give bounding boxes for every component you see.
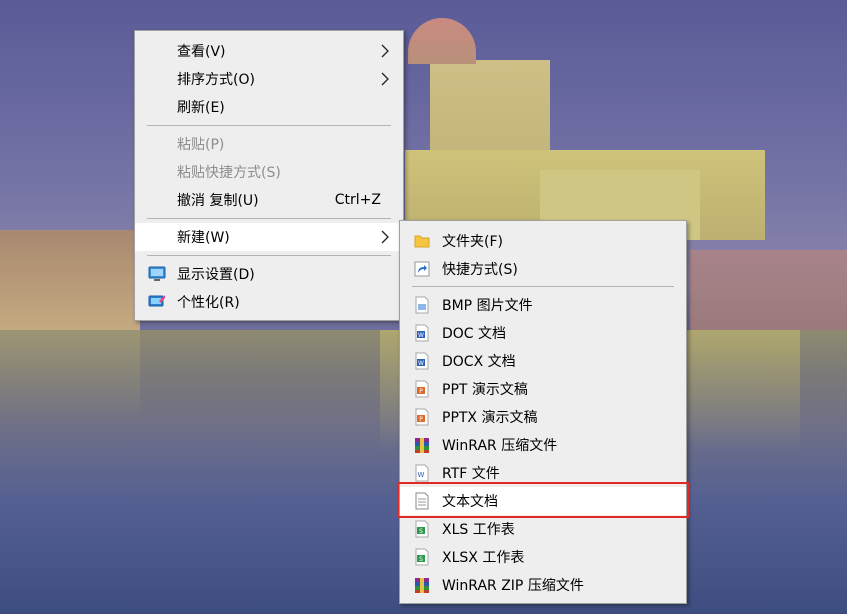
new-winrar-item[interactable]: WinRAR 压缩文件 bbox=[400, 431, 686, 459]
new-shortcut-item[interactable]: 快捷方式(S) bbox=[400, 255, 686, 283]
water-reflection-left bbox=[0, 330, 140, 420]
display-settings-icon bbox=[148, 266, 166, 281]
rtf-file-icon: W bbox=[415, 464, 429, 482]
menu-item-refresh[interactable]: 刷新(E) bbox=[135, 93, 403, 121]
desktop-context-menu: 查看(V) 排序方式(O) 刷新(E) 粘贴(P) 粘贴快捷方式(S) 撤消 复… bbox=[134, 30, 404, 321]
menu-item-paste-shortcut: 粘贴快捷方式(S) bbox=[135, 158, 403, 186]
menu-item-label: 排序方式(O) bbox=[177, 72, 255, 88]
menu-item-label: 撤消 复制(U) bbox=[177, 193, 259, 209]
menu-item-label: 显示设置(D) bbox=[177, 267, 255, 283]
menu-item-label: 查看(V) bbox=[177, 44, 226, 60]
menu-item-label: 文件夹(F) bbox=[442, 234, 503, 250]
new-pptx-item[interactable]: P PPTX 演示文稿 bbox=[400, 403, 686, 431]
menu-separator bbox=[412, 286, 674, 287]
chevron-right-icon bbox=[381, 230, 389, 244]
castle-tower bbox=[430, 60, 550, 160]
new-xls-item[interactable]: S XLS 工作表 bbox=[400, 515, 686, 543]
chevron-right-icon bbox=[381, 44, 389, 58]
menu-item-label: XLS 工作表 bbox=[442, 522, 515, 538]
winrar-archive-icon bbox=[415, 438, 429, 453]
menu-separator bbox=[147, 218, 391, 219]
svg-text:P: P bbox=[419, 416, 423, 423]
menu-item-label: DOC 文档 bbox=[442, 326, 507, 342]
menu-item-label: 粘贴(P) bbox=[177, 137, 225, 153]
menu-item-label: PPT 演示文稿 bbox=[442, 382, 528, 398]
menu-item-label: PPTX 演示文稿 bbox=[442, 410, 538, 426]
castle-wall-left bbox=[0, 230, 140, 330]
new-doc-item[interactable]: W DOC 文档 bbox=[400, 319, 686, 347]
folder-icon bbox=[414, 235, 430, 248]
xlsx-file-icon: S bbox=[415, 548, 429, 566]
menu-item-label: 新建(W) bbox=[177, 230, 230, 246]
menu-item-paste: 粘贴(P) bbox=[135, 130, 403, 158]
chevron-right-icon bbox=[381, 72, 389, 86]
bmp-file-icon bbox=[415, 296, 429, 314]
new-docx-item[interactable]: W DOCX 文档 bbox=[400, 347, 686, 375]
menu-item-personalize[interactable]: 个性化(R) bbox=[135, 288, 403, 316]
svg-text:S: S bbox=[419, 528, 423, 535]
menu-item-new[interactable]: 新建(W) bbox=[135, 223, 403, 251]
pptx-file-icon: P bbox=[415, 408, 429, 426]
shortcut-arrow-icon bbox=[414, 261, 430, 277]
menu-item-label: XLSX 工作表 bbox=[442, 550, 525, 566]
menu-item-label: 刷新(E) bbox=[177, 100, 225, 116]
highlight-annotation-box bbox=[397, 482, 689, 518]
castle-wall-right bbox=[690, 250, 847, 330]
keyboard-shortcut: Ctrl+Z bbox=[334, 192, 381, 208]
svg-text:P: P bbox=[419, 388, 423, 395]
menu-item-view[interactable]: 查看(V) bbox=[135, 37, 403, 65]
menu-item-label: 快捷方式(S) bbox=[442, 262, 518, 278]
new-bmp-item[interactable]: BMP 图片文件 bbox=[400, 291, 686, 319]
new-ppt-item[interactable]: P PPT 演示文稿 bbox=[400, 375, 686, 403]
xls-file-icon: S bbox=[415, 520, 429, 538]
new-folder-item[interactable]: 文件夹(F) bbox=[400, 227, 686, 255]
menu-item-label: WinRAR ZIP 压缩文件 bbox=[442, 578, 584, 594]
menu-item-undo[interactable]: 撤消 复制(U) Ctrl+Z bbox=[135, 186, 403, 214]
menu-item-label: 个性化(R) bbox=[177, 295, 240, 311]
ppt-file-icon: P bbox=[415, 380, 429, 398]
new-submenu: 文件夹(F) 快捷方式(S) BMP 图片文件 W DOC 文档 W DOCX … bbox=[399, 220, 687, 604]
personalize-icon bbox=[148, 295, 165, 307]
menu-item-label: WinRAR 压缩文件 bbox=[442, 438, 558, 454]
menu-item-label: DOCX 文档 bbox=[442, 354, 516, 370]
menu-item-label: RTF 文件 bbox=[442, 466, 500, 482]
new-winrar-zip-item[interactable]: WinRAR ZIP 压缩文件 bbox=[400, 571, 686, 599]
svg-text:W: W bbox=[418, 332, 424, 339]
menu-item-label: BMP 图片文件 bbox=[442, 298, 533, 314]
menu-item-label: 粘贴快捷方式(S) bbox=[177, 165, 281, 181]
menu-item-sort[interactable]: 排序方式(O) bbox=[135, 65, 403, 93]
svg-text:W: W bbox=[418, 471, 425, 479]
menu-separator bbox=[147, 125, 391, 126]
menu-separator bbox=[147, 255, 391, 256]
word-doc-icon: W bbox=[415, 324, 429, 342]
new-xlsx-item[interactable]: S XLSX 工作表 bbox=[400, 543, 686, 571]
menu-item-display-settings[interactable]: 显示设置(D) bbox=[135, 260, 403, 288]
svg-text:W: W bbox=[418, 360, 424, 367]
svg-text:S: S bbox=[419, 556, 423, 563]
winrar-zip-icon bbox=[415, 578, 429, 593]
word-docx-icon: W bbox=[415, 352, 429, 370]
